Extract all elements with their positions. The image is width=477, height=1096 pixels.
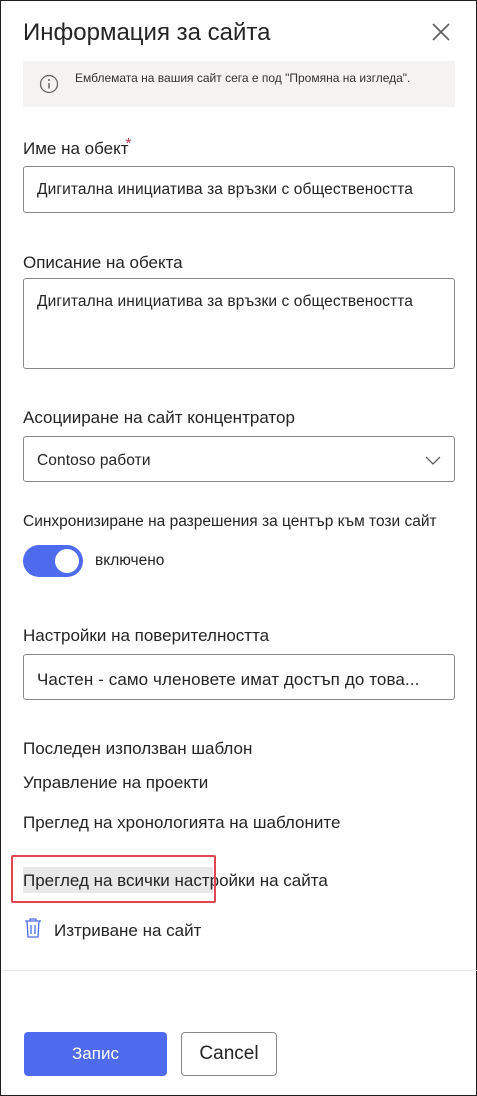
site-name-label-text: Име на обект (23, 139, 129, 158)
site-name-label: Име на обект* (23, 135, 131, 159)
hub-association-dropdown[interactable]: Contoso работи (23, 436, 455, 482)
hub-association-selected: Contoso работи (37, 452, 151, 469)
privacy-dropdown[interactable]: Частен - само членовете имат достъп до т… (23, 654, 455, 700)
delete-site-button[interactable] (23, 917, 45, 941)
cancel-button[interactable]: Cancel (181, 1032, 277, 1076)
privacy-label: Настройки на поверителността (23, 626, 270, 645)
site-name-input[interactable]: Дигитална инициатива за връзки с обществ… (23, 166, 455, 213)
info-message-bar: Емблемата на вашия сайт сега е под "Пром… (23, 61, 455, 107)
close-icon (432, 23, 450, 41)
permission-sync-state: включено (95, 552, 165, 569)
callout-highlight (11, 855, 216, 903)
site-description-label: Описание на обекта (23, 253, 183, 272)
template-value: Управление на проекти (23, 773, 209, 792)
trash-icon (25, 918, 41, 938)
site-name-value: Дигитална инициатива за връзки с обществ… (37, 181, 413, 198)
delete-site-link[interactable]: Изтриване на сайт (54, 921, 201, 941)
info-message-text: Емблемата на вашия сайт сега е под "Пром… (75, 71, 411, 85)
template-label: Последен използван шаблон (23, 739, 253, 758)
toggle-knob (55, 549, 79, 573)
hub-association-label: Асоцииране на сайт концентратор (23, 408, 295, 427)
permission-sync-label: Синхронизиране на разрешения за център к… (23, 513, 437, 530)
site-information-panel: Информация за сайта Емблемата на вашия с… (0, 0, 477, 1096)
panel-title: Информация за сайта (23, 19, 271, 46)
info-icon (39, 74, 59, 94)
chevron-down-icon (425, 456, 441, 465)
site-description-value: Дигитална инициатива за връзки с обществ… (37, 293, 413, 310)
privacy-selected: Частен - само членовете имат достъп до т… (37, 670, 420, 689)
required-mark: * (125, 135, 132, 152)
footer-divider (2, 970, 477, 971)
permission-sync-toggle[interactable] (23, 545, 83, 577)
site-description-textarea[interactable]: Дигитална инициатива за връзки с обществ… (23, 278, 455, 369)
save-button[interactable]: Запис (24, 1032, 167, 1076)
template-history-link[interactable]: Преглед на хронологията на шаблоните (23, 813, 340, 833)
close-button[interactable] (426, 17, 456, 47)
